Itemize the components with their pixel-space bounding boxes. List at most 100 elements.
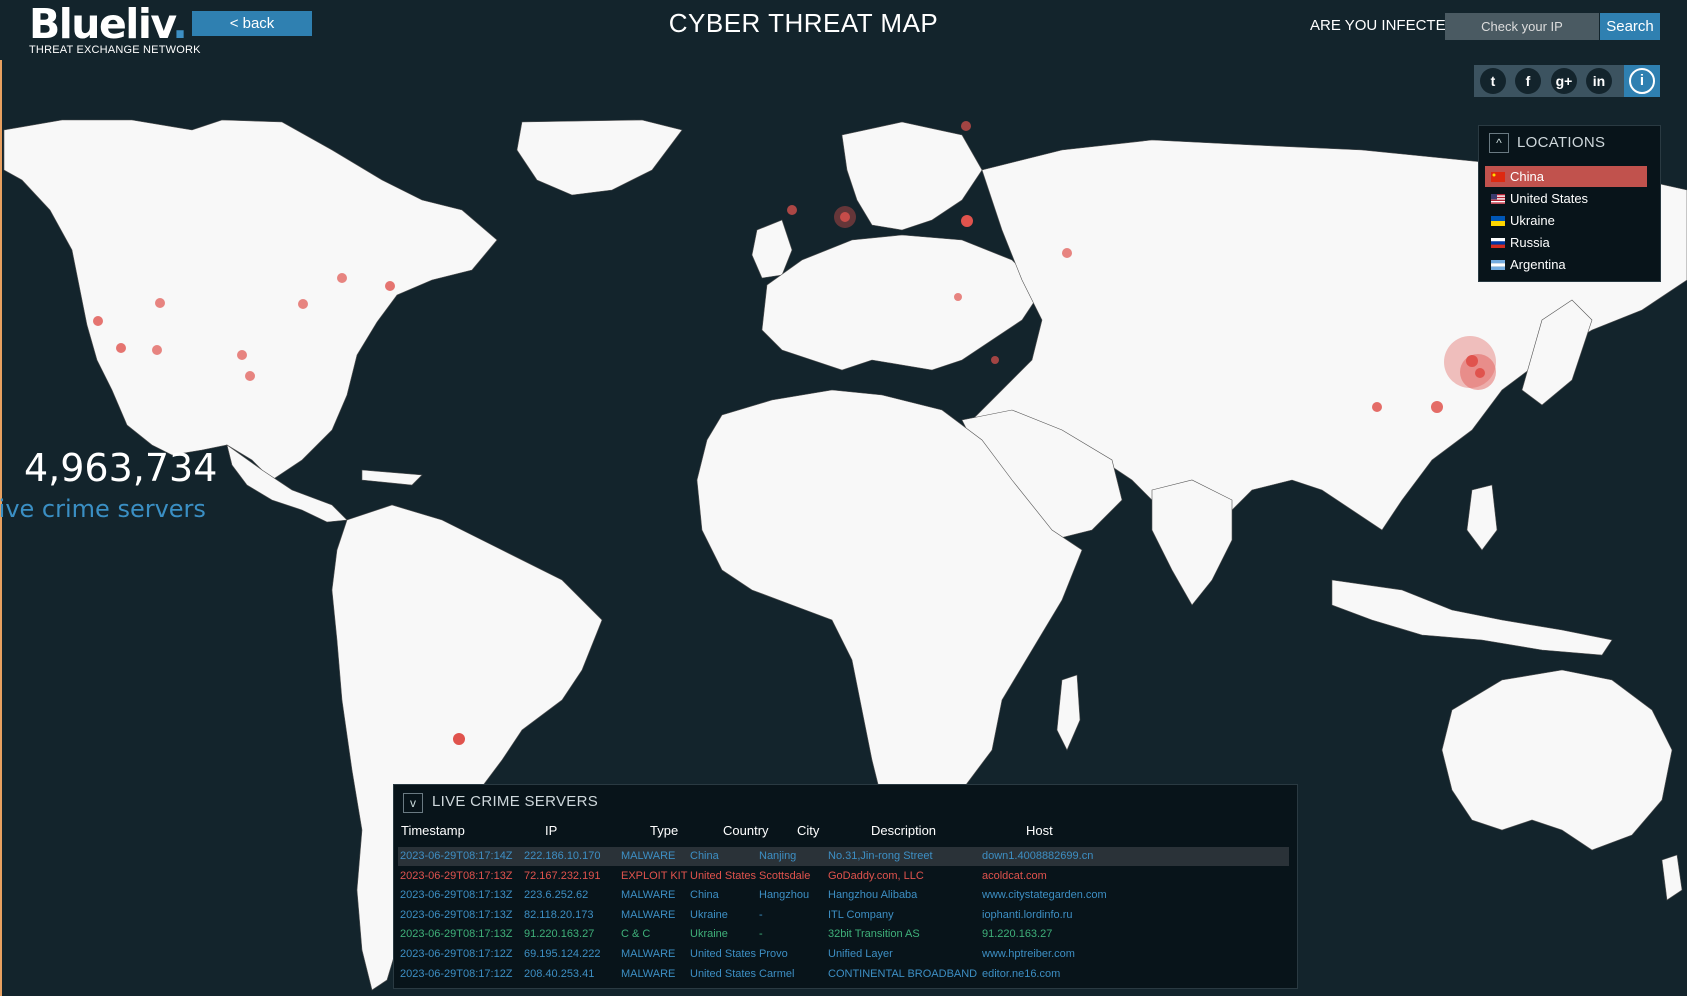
column-header-city[interactable]: City xyxy=(797,823,819,838)
threat-marker xyxy=(116,343,126,353)
column-header-ip[interactable]: IP xyxy=(545,823,557,838)
cell-host: www.citystategarden.com xyxy=(982,889,1107,902)
crime-server-row[interactable]: 2023-06-29T08:17:13Z 91.220.163.27 C & C Uk… xyxy=(398,925,1289,944)
cell-host: iophanti.lordinfo.ru xyxy=(982,908,1073,921)
crime-panel-title: LIVE CRIME SERVERS xyxy=(432,793,599,810)
cell-description: GoDaddy.com, LLC xyxy=(828,869,924,882)
cell-country: Ukraine xyxy=(690,908,728,921)
cell-city: Scottsdale xyxy=(759,869,811,882)
location-label: Russia xyxy=(1510,235,1550,250)
cell-host: www.hptreiber.com xyxy=(982,948,1075,960)
column-header-host[interactable]: Host xyxy=(1026,823,1053,838)
cell-host: 91.220.163.27 xyxy=(982,928,1053,941)
cell-description: 32bit Transition AS xyxy=(828,928,920,941)
search-button[interactable]: Search xyxy=(1600,13,1660,40)
cell-type: MALWARE xyxy=(621,889,676,902)
column-header-country[interactable]: Country xyxy=(723,823,769,838)
twitter-icon[interactable]: t xyxy=(1480,68,1506,94)
live-crime-servers-panel: v LIVE CRIME SERVERS Timestamp IP Type C… xyxy=(393,784,1298,989)
location-item-ukraine[interactable]: Ukraine xyxy=(1485,210,1647,231)
crime-server-row[interactable]: 2023-06-29T08:17:13Z 82.118.20.173 MALWARE… xyxy=(398,906,1289,925)
crime-panel-collapse-icon[interactable]: v xyxy=(403,793,423,813)
threat-marker xyxy=(1431,401,1443,413)
cell-ip: 91.220.163.27 xyxy=(524,928,595,941)
philippines-islands xyxy=(1466,484,1498,551)
logo-tagline: THREAT EXCHANGE NETWORK xyxy=(29,44,201,56)
top-bar: Blueliv. THREAT EXCHANGE NETWORK < back … xyxy=(0,0,1687,61)
north-america-landmass xyxy=(3,119,498,481)
column-header-timestamp[interactable]: Timestamp xyxy=(401,823,465,838)
location-item-united-states[interactable]: United States xyxy=(1485,188,1647,209)
ip-check-input[interactable] xyxy=(1445,13,1599,40)
cell-type: EXPLOIT KIT xyxy=(621,869,688,882)
cell-description: CONTINENTAL BROADBAND xyxy=(828,967,978,980)
threat-marker xyxy=(954,293,962,301)
location-item-china[interactable]: China xyxy=(1485,166,1647,187)
column-header-description[interactable]: Description xyxy=(871,823,936,838)
madagascar-landmass xyxy=(1056,674,1081,751)
threat-marker xyxy=(298,299,308,309)
cell-description: Unified Layer xyxy=(828,948,893,960)
locations-collapse-icon[interactable]: ^ xyxy=(1489,133,1509,153)
threat-marker xyxy=(1475,368,1485,378)
infected-label: ARE YOU INFECTED? xyxy=(1310,17,1465,34)
threat-marker xyxy=(961,121,971,131)
info-icon: i xyxy=(1629,68,1655,94)
cell-timestamp: 2023-06-29T08:17:13Z xyxy=(400,869,513,882)
location-label: United States xyxy=(1510,191,1589,206)
crime-server-row[interactable]: 2023-06-29T08:17:12Z 69.195.124.222 MALWAR… xyxy=(398,945,1289,964)
cell-type: MALWARE xyxy=(621,850,676,862)
cell-country: United States xyxy=(690,869,757,882)
cell-city: Provo xyxy=(759,948,788,960)
google-plus-icon[interactable]: g+ xyxy=(1551,68,1577,94)
column-header-type[interactable]: Type xyxy=(650,823,678,838)
indonesia-islands xyxy=(1331,579,1613,656)
cell-ip: 82.118.20.173 xyxy=(524,908,594,921)
cell-ip: 208.40.253.41 xyxy=(524,967,595,980)
locations-title: LOCATIONS xyxy=(1517,134,1606,151)
crime-server-row[interactable]: 2023-06-29T08:17:12Z 208.40.253.41 MALWARE… xyxy=(398,965,1289,984)
scandinavia-landmass xyxy=(841,121,983,231)
us-flag-icon xyxy=(1491,194,1505,204)
cell-city: Carmel xyxy=(759,967,795,980)
cell-timestamp: 2023-06-29T08:17:13Z xyxy=(400,908,513,921)
india-landmass xyxy=(1151,479,1233,606)
cell-city: Hangzhou xyxy=(759,889,810,902)
cell-city: - xyxy=(759,928,763,941)
crime-server-row[interactable]: 2023-06-29T08:17:13Z 223.6.252.62 MALWARE C… xyxy=(398,886,1289,905)
argentina-flag-icon xyxy=(1491,260,1505,270)
threat-marker xyxy=(1372,402,1382,412)
location-item-argentina[interactable]: Argentina xyxy=(1485,254,1647,275)
cell-timestamp: 2023-06-29T08:17:12Z xyxy=(400,967,513,980)
cell-ip: 223.6.252.62 xyxy=(524,889,589,902)
cell-description: ITL Company xyxy=(828,908,894,921)
cell-host: editor.ne16.com xyxy=(982,967,1061,980)
cell-city: Nanjing xyxy=(759,850,797,862)
threat-marker xyxy=(961,215,973,227)
crime-server-row[interactable]: 2023-06-29T08:17:14Z 222.186.10.170 MALWAR… xyxy=(398,847,1289,866)
cell-ip: 72.167.232.191 xyxy=(524,869,601,882)
cell-ip: 69.195.124.222 xyxy=(524,948,601,960)
social-share-bar: t f g+ in i xyxy=(1474,65,1660,97)
europe-landmass xyxy=(761,234,1043,371)
australia-landmass xyxy=(1441,669,1673,851)
cell-host: down1.4008882699.cn xyxy=(982,850,1094,862)
crime-server-row[interactable]: 2023-06-29T08:17:13Z 72.167.232.191 EXPLOI… xyxy=(398,867,1289,886)
threat-marker xyxy=(245,371,255,381)
crime-server-label: live crime servers xyxy=(0,495,206,523)
threat-marker xyxy=(453,733,465,745)
cell-timestamp: 2023-06-29T08:17:13Z xyxy=(400,928,513,941)
location-label: China xyxy=(1510,169,1544,184)
threat-marker xyxy=(93,316,103,326)
ukraine-flag-icon xyxy=(1491,216,1505,226)
threat-marker xyxy=(1062,248,1072,258)
facebook-icon[interactable]: f xyxy=(1515,68,1541,94)
cell-ip: 222.186.10.170 xyxy=(524,850,601,862)
uk-landmass xyxy=(751,219,793,279)
cell-city: - xyxy=(759,908,763,921)
cell-description: Hangzhou Alibaba xyxy=(828,889,918,902)
crime-server-count: 4,963,734 xyxy=(24,446,218,490)
info-button[interactable]: i xyxy=(1624,65,1660,97)
location-item-russia[interactable]: Russia xyxy=(1485,232,1647,253)
linkedin-icon[interactable]: in xyxy=(1586,68,1612,94)
